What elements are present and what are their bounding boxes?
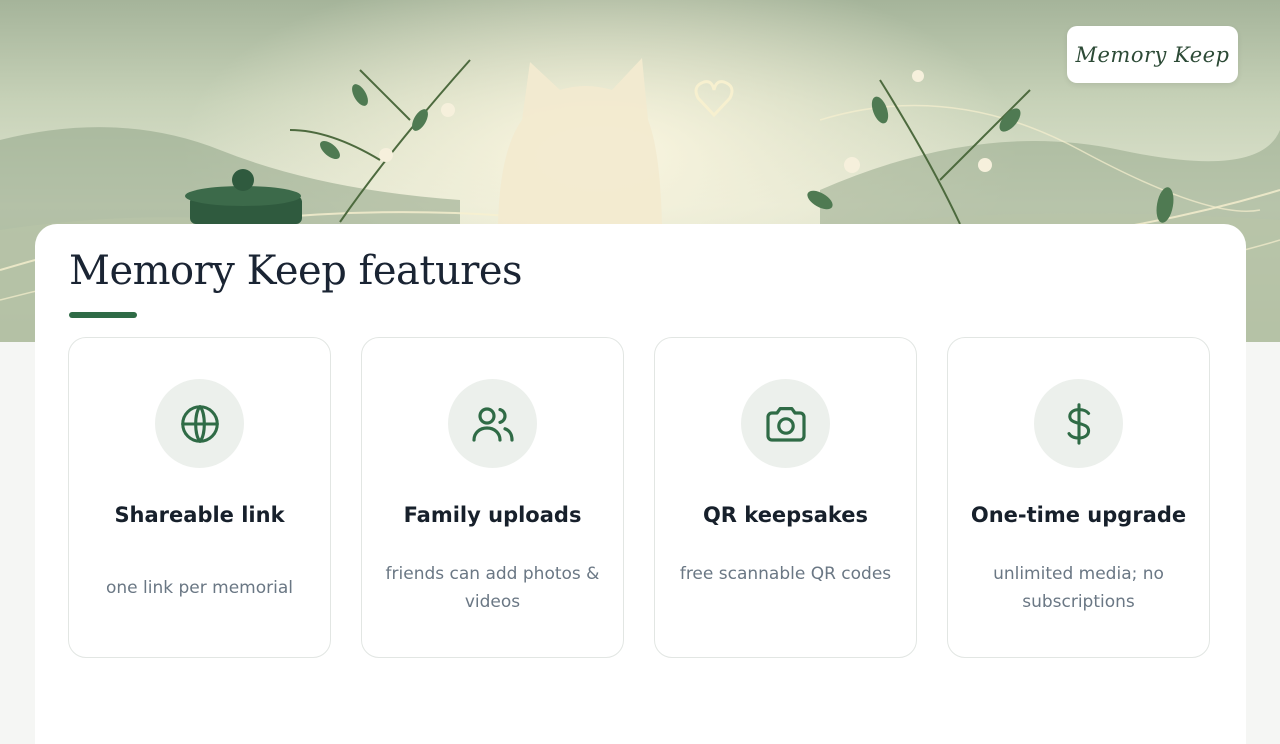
feature-title: Shareable link <box>114 503 285 527</box>
page-title: Memory Keep features <box>69 248 523 294</box>
title-accent-bar <box>69 312 137 318</box>
feature-description: friends can add photos & videos <box>385 564 600 612</box>
feature-description: one link per memorial <box>106 578 293 598</box>
dollar-icon <box>1034 379 1123 468</box>
feature-title: Family uploads <box>403 503 582 527</box>
brand-name: Memory Keep <box>1075 42 1230 67</box>
feature-card-qr-keepsakes: QR keepsakes free scannable QR codes <box>654 337 917 658</box>
brand-logo[interactable]: Memory Keep <box>1067 26 1238 83</box>
camera-icon <box>741 379 830 468</box>
features-panel: Memory Keep features Shareable link one … <box>35 224 1246 744</box>
globe-icon <box>155 379 244 468</box>
feature-description: unlimited media; no subscriptions <box>993 564 1164 612</box>
feature-title: QR keepsakes <box>702 503 869 527</box>
feature-card-family-uploads: Family uploads friends can add photos & … <box>361 337 624 658</box>
feature-card-shareable-link: Shareable link one link per memorial <box>68 337 331 658</box>
feature-card-one-time-upgrade: One-time upgrade unlimited media; no sub… <box>947 337 1210 658</box>
feature-title: One-time upgrade <box>970 503 1187 527</box>
feature-description: free scannable QR codes <box>679 564 892 584</box>
users-icon <box>448 379 537 468</box>
